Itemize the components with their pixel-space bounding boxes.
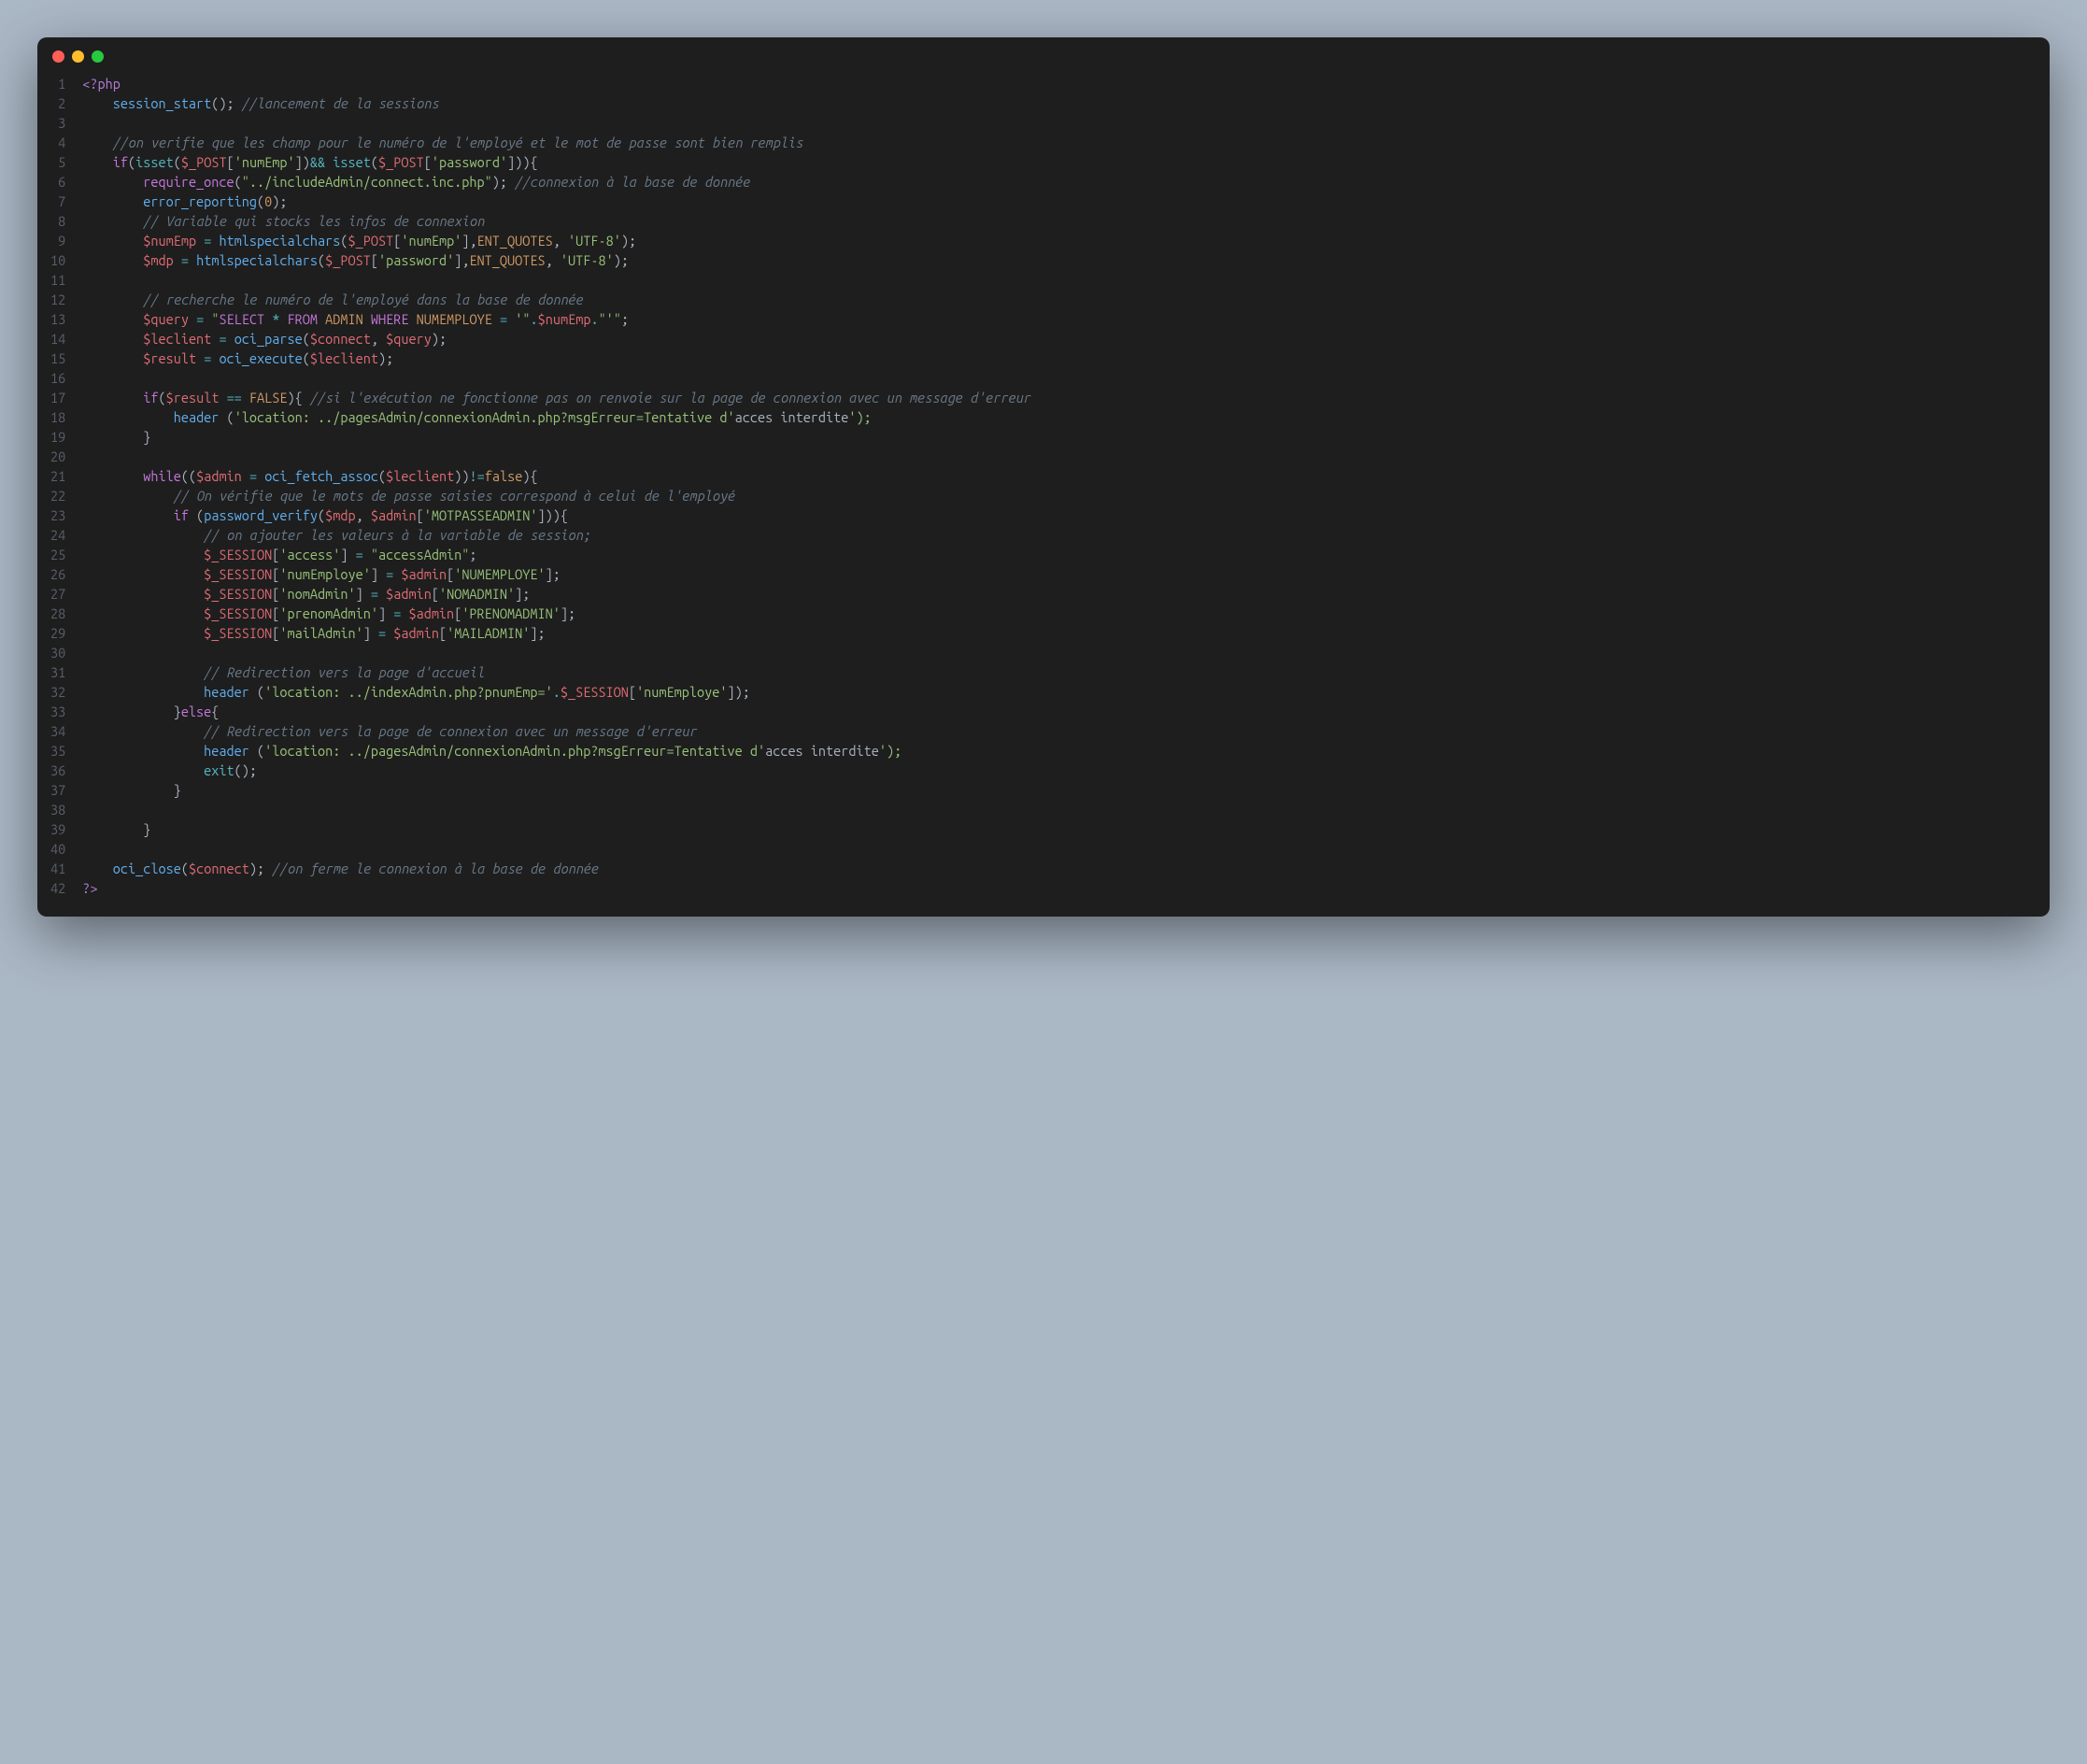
code-line: <?php [82,74,2031,93]
line-number: 35 [50,741,65,761]
code-line: // Redirection vers la page de connexion… [82,721,2031,741]
line-number: 23 [50,505,65,525]
code-line: $_SESSION['nomAdmin'] = $admin['NOMADMIN… [82,584,2031,604]
code-line [82,839,2031,859]
line-number: 6 [50,172,65,192]
code-line [82,270,2031,290]
code-line: header ('location: ../pagesAdmin/connexi… [82,407,2031,427]
code-line [82,800,2031,819]
code-content[interactable]: <?php session_start(); //lancement de la… [82,74,2050,898]
minimize-icon[interactable] [72,50,84,63]
code-line: // Variable qui stocks les infos de conn… [82,211,2031,231]
line-number-gutter: 1234567891011121314151617181920212223242… [37,74,82,898]
code-line: if (password_verify($mdp, $admin['MOTPAS… [82,505,2031,525]
line-number: 34 [50,721,65,741]
code-line: $leclient = oci_parse($connect, $query); [82,329,2031,349]
line-number: 19 [50,427,65,447]
window-titlebar [37,37,2050,68]
line-number: 40 [50,839,65,859]
line-number: 25 [50,545,65,564]
line-number: 31 [50,662,65,682]
line-number: 12 [50,290,65,309]
code-line [82,447,2031,466]
code-line: }else{ [82,702,2031,721]
line-number: 20 [50,447,65,466]
line-number: 39 [50,819,65,839]
line-number: 24 [50,525,65,545]
line-number: 26 [50,564,65,584]
code-line: $_SESSION['mailAdmin'] = $admin['MAILADM… [82,623,2031,643]
code-line: $_SESSION['prenomAdmin'] = $admin['PRENO… [82,604,2031,623]
line-number: 27 [50,584,65,604]
code-line: session_start(); //lancement de la sessi… [82,93,2031,113]
line-number: 33 [50,702,65,721]
line-number: 17 [50,388,65,407]
line-number: 5 [50,152,65,172]
line-number: 3 [50,113,65,133]
code-line: while(($admin = oci_fetch_assoc($leclien… [82,466,2031,486]
code-line [82,113,2031,133]
code-line: require_once("../includeAdmin/connect.in… [82,172,2031,192]
code-line: oci_close($connect); //on ferme le conne… [82,859,2031,878]
code-line: } [82,427,2031,447]
code-line: // On vérifie que le mots de passe saisi… [82,486,2031,505]
line-number: 15 [50,349,65,368]
line-number: 9 [50,231,65,250]
line-number: 1 [50,74,65,93]
line-number: 32 [50,682,65,702]
code-window: 1234567891011121314151617181920212223242… [37,37,2050,917]
code-line: $_SESSION['numEmploye'] = $admin['NUMEMP… [82,564,2031,584]
code-line: //on verifie que les champ pour le numér… [82,133,2031,152]
code-editor: 1234567891011121314151617181920212223242… [37,68,2050,917]
code-line: $mdp = htmlspecialchars($_POST['password… [82,250,2031,270]
line-number: 8 [50,211,65,231]
line-number: 10 [50,250,65,270]
code-line: $numEmp = htmlspecialchars($_POST['numEm… [82,231,2031,250]
line-number: 36 [50,761,65,780]
line-number: 18 [50,407,65,427]
line-number: 42 [50,878,65,898]
line-number: 7 [50,192,65,211]
line-number: 22 [50,486,65,505]
line-number: 41 [50,859,65,878]
code-line: $query = "SELECT * FROM ADMIN WHERE NUME… [82,309,2031,329]
line-number: 16 [50,368,65,388]
line-number: 2 [50,93,65,113]
code-line: } [82,780,2031,800]
line-number: 4 [50,133,65,152]
code-line: if(isset($_POST['numEmp'])&& isset($_POS… [82,152,2031,172]
code-line: $_SESSION['access'] = "accessAdmin"; [82,545,2031,564]
code-line: exit(); [82,761,2031,780]
line-number: 30 [50,643,65,662]
code-line: header ('location: ../pagesAdmin/connexi… [82,741,2031,761]
code-line: ?> [82,878,2031,898]
line-number: 28 [50,604,65,623]
code-line: // recherche le numéro de l'employé dans… [82,290,2031,309]
code-line [82,643,2031,662]
line-number: 13 [50,309,65,329]
code-line: } [82,819,2031,839]
code-line: // on ajouter les valeurs à la variable … [82,525,2031,545]
line-number: 38 [50,800,65,819]
code-line: header ('location: ../indexAdmin.php?pnu… [82,682,2031,702]
line-number: 11 [50,270,65,290]
code-line: // Redirection vers la page d'accueil [82,662,2031,682]
line-number: 37 [50,780,65,800]
code-line: if($result == FALSE){ //si l'exécution n… [82,388,2031,407]
line-number: 29 [50,623,65,643]
close-icon[interactable] [52,50,64,63]
code-line: $result = oci_execute($leclient); [82,349,2031,368]
code-line [82,368,2031,388]
line-number: 14 [50,329,65,349]
line-number: 21 [50,466,65,486]
code-line: error_reporting(0); [82,192,2031,211]
zoom-icon[interactable] [92,50,104,63]
